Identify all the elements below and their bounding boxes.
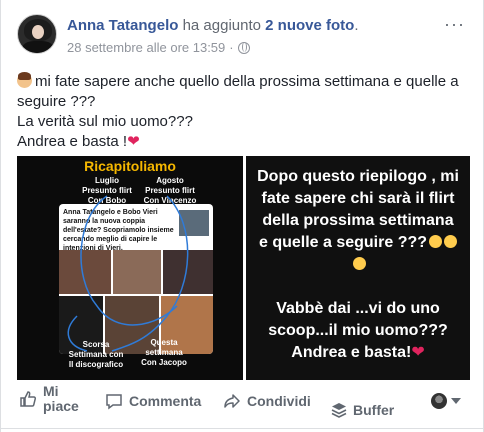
buffer-layers-icon (331, 403, 347, 418)
photo-recap-title: Ricapitoliamo (84, 158, 176, 174)
reaction-selector[interactable] (431, 393, 461, 409)
more-options-icon[interactable]: ··· (444, 14, 465, 35)
photos-link[interactable]: 2 nuove foto (265, 17, 354, 34)
heart-icon: ❤ (127, 133, 140, 150)
divider (1, 428, 484, 429)
collage-photo-3 (163, 250, 213, 294)
share-label: Condividi (247, 393, 311, 409)
author-name[interactable]: Anna Tatangelo (67, 17, 178, 34)
post-meta: 28 settembre alle ore 13:59 · (67, 40, 250, 55)
action-text: ha aggiunto (178, 17, 266, 34)
photo-text-story[interactable]: Dopo questo riepilogo , mi fate sapere c… (246, 156, 470, 380)
comment-button[interactable]: Commenta (105, 392, 201, 410)
story-main-text: Dopo questo riepilogo , mi fate sapere c… (256, 166, 460, 276)
profile-thumb (431, 393, 447, 409)
like-label: Mi piace (43, 383, 79, 414)
thumbs-up-icon (20, 391, 37, 407)
label-luglio: Luglio Presunto flirt Con Bobo (82, 176, 132, 205)
share-button[interactable]: Condividi (223, 392, 311, 410)
post-header: Anna Tatangelo ha aggiunto 2 nuove foto. (67, 17, 359, 34)
post-timestamp[interactable]: 28 settembre alle ore 13:59 (67, 40, 225, 55)
post-text-line1: mi fate sapere anche quello della prossi… (17, 73, 459, 110)
laughing-emoji-icon (352, 257, 366, 270)
chevron-down-icon (451, 398, 461, 404)
buffer-button[interactable]: Buffer (331, 402, 394, 418)
comment-label: Commenta (129, 393, 202, 409)
heart-icon: ❤ (411, 344, 425, 361)
share-arrow-icon (224, 394, 240, 408)
buffer-label: Buffer (353, 402, 395, 418)
article-collage: Anna Tatangelo e Bobo Vieri saranno la n… (59, 204, 213, 354)
globe-icon[interactable] (237, 41, 250, 54)
label-agosto: Agosto Presunto flirt Con Vincenzo (143, 176, 197, 205)
like-button[interactable]: Mi piace (19, 384, 83, 414)
post-text-line3: Andrea e basta ! (17, 133, 128, 150)
post-actions-bar: Mi piace Commenta Condividi Buffer (1, 384, 484, 424)
laughing-emoji-icon (444, 235, 458, 248)
woman-emoji-icon (17, 72, 32, 88)
label-scorsa: Scorsa Settimana con Il discografico (68, 340, 124, 369)
article-text: Anna Tatangelo e Bobo Vieri saranno la n… (63, 209, 174, 252)
post-text: mi fate sapere anche quello della prossi… (17, 72, 467, 152)
label-questa: Questa settimana Con Jacopo (141, 338, 187, 367)
comment-icon (106, 394, 122, 410)
photo-recap[interactable]: Ricapitoliamo Luglio Presunto flirt Con … (17, 156, 243, 380)
author-avatar[interactable] (17, 14, 57, 54)
collage-photo-1 (59, 250, 111, 294)
laughing-emoji-icon (429, 235, 443, 248)
collage-photo-2 (113, 250, 161, 294)
article-thumb (179, 210, 209, 236)
post-card: Anna Tatangelo ha aggiunto 2 nuove foto.… (0, 0, 484, 432)
post-text-line2: La verità sul mio uomo??? (17, 113, 193, 130)
story-second-text: Vabbè dai ...vi do uno scoop...il mio uo… (268, 300, 448, 361)
